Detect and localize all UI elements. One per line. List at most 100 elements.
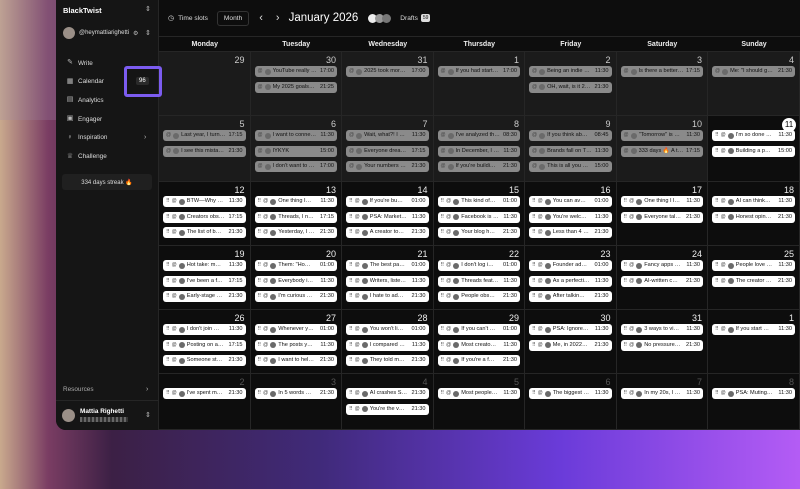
scheduled-post[interactable]: ⠿ @ PSA: Muting… 11:30 <box>712 388 795 399</box>
drag-handle-icon[interactable]: ⠿ <box>349 340 353 351</box>
chevron-updown-icon[interactable]: ⇕ <box>145 411 151 419</box>
drag-handle-icon[interactable]: ⠿ <box>441 212 445 223</box>
drag-handle-icon[interactable]: ⠿ <box>258 324 262 335</box>
day-cell[interactable]: 4 @ Me: "I should g… 21:30 <box>708 52 800 116</box>
scheduled-post[interactable]: ⠿ @ People obs… 21:30 <box>437 291 520 302</box>
day-cell[interactable]: 14 ⠿ @ If you're bu… 01:00 ⠿ @ PSA: Market… 11:3… <box>342 182 434 246</box>
drag-handle-icon[interactable]: ⠿ <box>258 355 262 366</box>
scheduled-post[interactable]: ⠿ @ Writers, liste… 11:30 <box>346 275 429 287</box>
day-cell[interactable]: 6 @ I want to conne… 11:30 @ IYKYK 15:00 @ I don… <box>250 116 342 182</box>
scheduled-post[interactable]: ⠿ @ AI crashes S… 21:30 <box>346 388 429 399</box>
scheduled-post[interactable]: ⠿ @ Early-stage … 21:30 <box>163 291 246 302</box>
scheduled-post[interactable]: ⠿ @ I don't join … 11:30 <box>163 324 246 335</box>
scheduled-post[interactable]: ⠿ @ The posts y… 11:30 <box>254 339 337 351</box>
drag-handle-icon[interactable]: ⠿ <box>349 291 353 302</box>
account-handle[interactable]: @heymattiarighetti <box>79 30 129 36</box>
drag-handle-icon[interactable]: ⠿ <box>349 212 353 223</box>
scheduled-post[interactable]: ⠿ @ If you're bu… 01:00 <box>346 196 429 207</box>
scheduled-post[interactable]: @ YouTube really … 17:00 <box>254 66 337 77</box>
scheduled-post[interactable]: ⠿ @ One thing I… 11:30 <box>254 196 337 207</box>
scheduled-post[interactable]: ⠿ @ If you're a f… 21:30 <box>437 355 520 366</box>
scheduled-post[interactable]: @ I see this mista… 21:30 <box>163 145 246 157</box>
scheduled-post[interactable]: ⠿ @ The best pa… 01:00 <box>346 260 429 271</box>
account-avatars[interactable] <box>368 13 392 23</box>
day-cell[interactable]: 8 ⠿ @ PSA: Muting… 11:30 <box>708 374 800 430</box>
day-cell[interactable]: 7 @ Wait, what?! I … 11:30 @ Everyone drea… 17… <box>342 116 434 182</box>
drag-handle-icon[interactable]: ⠿ <box>349 355 353 366</box>
next-month-button[interactable]: › <box>276 12 280 24</box>
day-cell[interactable]: 30 ⠿ @ PSA: Ignore… 11:30 ⠿ @ Me, in 2022… 21:30 <box>525 310 617 374</box>
scheduled-post[interactable]: ⠿ @ They told m… 21:30 <box>346 355 429 366</box>
day-cell[interactable]: 1 ⠿ @ If you start … 11:30 <box>708 310 800 374</box>
drag-handle-icon[interactable]: ⠿ <box>166 227 170 238</box>
day-cell[interactable]: 25 ⠿ @ People love … 11:30 ⠿ @ The creator … 21:… <box>708 246 800 310</box>
chevron-updown-icon[interactable]: ⇕ <box>145 5 151 13</box>
scheduled-post[interactable]: ⠿ @ Hot take: m… 11:30 <box>163 260 246 271</box>
scheduled-post[interactable]: ⠿ @ I'm curious … 21:30 <box>254 291 337 302</box>
scheduled-post[interactable]: ⠿ @ Them: "Ho… 01:00 <box>254 260 337 271</box>
drag-handle-icon[interactable]: ⠿ <box>532 291 536 302</box>
scheduled-post[interactable]: ⠿ @ Yesterday, I … 21:30 <box>254 227 337 238</box>
drag-handle-icon[interactable]: ⠿ <box>715 130 719 141</box>
drag-handle-icon[interactable]: ⠿ <box>532 260 536 271</box>
scheduled-post[interactable]: ⠿ @ Most people… 11:30 <box>437 388 520 399</box>
drag-handle-icon[interactable]: ⠿ <box>166 324 170 335</box>
scheduled-post[interactable]: ⠿ @ I want to hel… 21:30 <box>254 355 337 366</box>
drag-handle-icon[interactable]: ⠿ <box>715 388 719 399</box>
scheduled-post[interactable]: ⠿ @ Fancy apps … 11:30 <box>620 260 703 271</box>
scheduled-post[interactable]: ⠿ @ A creator to… 21:30 <box>346 227 429 238</box>
drag-handle-icon[interactable]: ⠿ <box>349 324 353 335</box>
drag-handle-icon[interactable]: ⠿ <box>441 388 445 399</box>
scheduled-post[interactable]: @ I want to conne… 11:30 <box>254 130 337 141</box>
drafts-button[interactable]: Drafts <box>400 15 418 22</box>
scheduled-post[interactable]: ⠿ @ Building a p… 15:00 <box>712 145 795 157</box>
drag-handle-icon[interactable]: ⠿ <box>624 340 628 351</box>
scheduled-post[interactable]: ⠿ @ AI-written c… 21:30 <box>620 275 703 287</box>
scheduled-post[interactable]: ⠿ @ You're the v… 21:30 <box>346 403 429 415</box>
scheduled-post[interactable]: ⠿ @ If you start … 11:30 <box>712 324 795 335</box>
scheduled-post[interactable]: @ Me: "I should g… 21:30 <box>712 66 795 77</box>
drag-handle-icon[interactable]: ⠿ <box>441 355 445 366</box>
day-cell[interactable]: 11 ⠿ @ I'm so done … 11:30 ⠿ @ Building a p… 15:… <box>708 116 800 182</box>
drag-handle-icon[interactable]: ⠿ <box>441 340 445 351</box>
drag-handle-icon[interactable]: ⠿ <box>258 260 262 271</box>
scheduled-post[interactable]: ⠿ @3 ways to vi… 11:30 <box>620 324 703 335</box>
scheduled-post[interactable]: @333 days 🔥 A t… 17:15 <box>620 145 703 157</box>
day-cell[interactable]: 17 ⠿ @ One thing I l… 11:30 ⠿ @ Everyone tal… 21… <box>616 182 708 246</box>
drag-handle-icon[interactable]: ⠿ <box>166 212 170 223</box>
scheduled-post[interactable]: @ Brands fall on T… 11:30 <box>529 145 612 157</box>
drag-handle-icon[interactable]: ⠿ <box>349 388 353 399</box>
day-cell[interactable]: 13 ⠿ @ One thing I… 11:30 ⠿ @ Threads, I n… 17:1… <box>250 182 342 246</box>
drag-handle-icon[interactable]: ⠿ <box>441 291 445 302</box>
scheduled-post[interactable]: ⠿ @ Honest opin… 21:30 <box>712 211 795 223</box>
scheduled-post[interactable]: ⠿ @ PSA: Market… 11:30 <box>346 211 429 223</box>
workspace-name[interactable]: BlackTwist <box>63 6 102 15</box>
scheduled-post[interactable]: ⠿ @ Threads, I n… 17:15 <box>254 211 337 223</box>
scheduled-post[interactable]: ⠿ @ Creators obs… 17:15 <box>163 211 246 223</box>
drag-handle-icon[interactable]: ⠿ <box>441 196 445 207</box>
drag-handle-icon[interactable]: ⠿ <box>715 146 719 157</box>
day-cell[interactable]: 3 ⠿ @ In 5 words … 21:30 <box>250 374 342 430</box>
day-cell[interactable]: 1 @ If you had start… 17:00 <box>433 52 525 116</box>
scheduled-post[interactable]: @ Your numbers … 21:30 <box>346 161 429 172</box>
drag-handle-icon[interactable]: ⠿ <box>532 340 536 351</box>
scheduled-post[interactable]: ⠿ @ I've been a f… 17:15 <box>163 275 246 287</box>
drag-handle-icon[interactable]: ⠿ <box>532 227 536 238</box>
day-cell[interactable]: 31 @2025 took mor… 17:00 <box>342 52 434 116</box>
scheduled-post[interactable]: ⠿ @ I don't log i… 01:00 <box>437 260 520 271</box>
day-cell[interactable]: 27 ⠿ @ Whenever y… 01:00 ⠿ @ The posts y… 11:30 ⠿… <box>250 310 342 374</box>
drag-handle-icon[interactable]: ⠿ <box>349 260 353 271</box>
drag-handle-icon[interactable]: ⠿ <box>166 196 170 207</box>
scheduled-post[interactable]: @ In December, I … 11:30 <box>437 145 520 157</box>
day-cell[interactable]: 4 ⠿ @ AI crashes S… 21:30 ⠿ @ You're the v… 21:3… <box>342 374 434 430</box>
scheduled-post[interactable]: ⠿ @ In 5 words … 21:30 <box>254 388 337 399</box>
day-cell[interactable]: 10 @ "Tomorrow" is … 11:30 @333 days 🔥 A t… 1… <box>616 116 708 182</box>
drag-handle-icon[interactable]: ⠿ <box>624 260 628 271</box>
nav-item-challenge[interactable]: ♕ Challenge <box>66 153 107 161</box>
resources-link[interactable]: Resources <box>63 386 94 393</box>
drag-handle-icon[interactable]: ⠿ <box>532 388 536 399</box>
drag-handle-icon[interactable]: ⠿ <box>258 212 262 223</box>
drag-handle-icon[interactable]: ⠿ <box>624 388 628 399</box>
scheduled-post[interactable]: ⠿ @ Founder ad… 01:00 <box>529 260 612 271</box>
avatar[interactable] <box>63 27 75 39</box>
